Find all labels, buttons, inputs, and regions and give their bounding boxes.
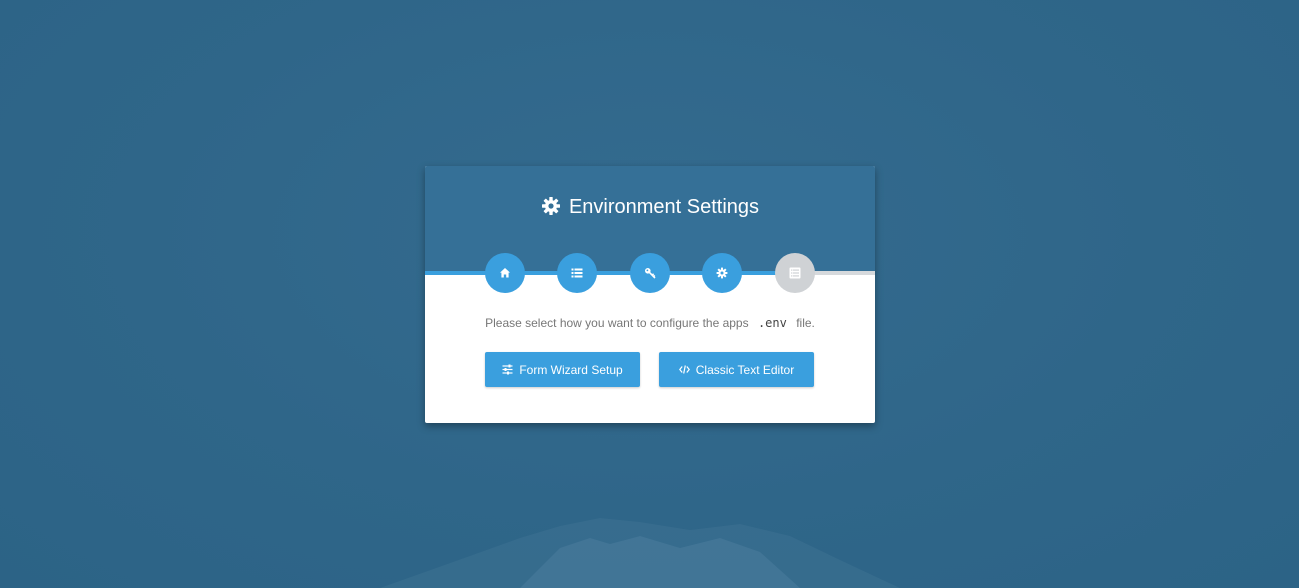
- code-icon: [678, 364, 690, 375]
- environment-settings-card: Environment Settings Please select how y…: [425, 166, 875, 423]
- gear-icon: [716, 267, 728, 279]
- instruction-text: Please select how you want to configure …: [425, 315, 875, 331]
- step-list[interactable]: [557, 253, 597, 293]
- step-key[interactable]: [630, 253, 670, 293]
- env-filename: .env: [757, 316, 787, 330]
- step-editor[interactable]: [775, 253, 815, 293]
- home-icon: [499, 267, 511, 279]
- sliders-icon: [502, 364, 513, 375]
- key-icon: [644, 267, 656, 279]
- step-settings[interactable]: [702, 253, 742, 293]
- step-home[interactable]: [485, 253, 525, 293]
- list-icon: [571, 267, 583, 279]
- classic-text-editor-label: Classic Text Editor: [695, 362, 795, 377]
- form-wizard-setup-button[interactable]: Form Wizard Setup: [485, 352, 640, 387]
- list-alt-icon: [789, 267, 801, 279]
- page-title-text: Environment Settings: [568, 196, 760, 218]
- instruction-text-before: Please select how you want to configure …: [485, 316, 749, 330]
- mountain-backdrop: [380, 518, 900, 588]
- page-title: Environment Settings: [425, 194, 875, 220]
- form-wizard-setup-label: Form Wizard Setup: [519, 362, 623, 377]
- classic-text-editor-button[interactable]: Classic Text Editor: [659, 352, 814, 387]
- gear-icon: [541, 196, 561, 216]
- instruction-text-after: file.: [796, 316, 815, 330]
